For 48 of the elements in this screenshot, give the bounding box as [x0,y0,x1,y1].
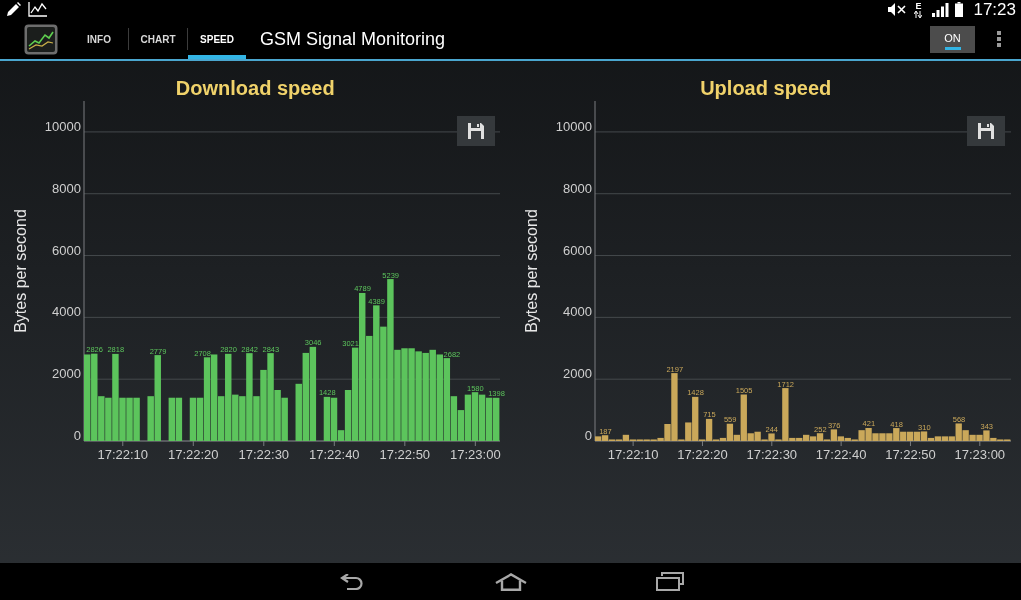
axis-tick-label: 17:23:00 [954,447,1005,462]
axis-tick-label: 17:22:50 [379,447,431,462]
axis-tick-label: 17:22:10 [607,447,659,462]
back-icon[interactable] [339,573,364,590]
axis-tick-label: 17:22:40 [815,447,867,462]
axis-tick-label: 17:22:20 [168,447,219,462]
axis-tick-label: 10000 [45,118,82,134]
axis-label: Bytes per second [522,209,540,333]
app-icon[interactable] [24,23,58,55]
axis-tick-label: 17:22:20 [676,447,728,462]
axis-tick-label: 0 [74,428,82,443]
axis-tick-label: 6000 [52,242,82,258]
axis-tick-label: 0 [584,428,592,443]
axis-tick-label: 17:22:10 [97,447,149,462]
home-icon[interactable] [494,572,527,591]
axis-tick-label: 17:22:30 [746,447,797,462]
axis-tick-label: 17:22:40 [309,447,360,462]
axis-tick-label: 4000 [562,304,592,320]
axis-label: Bytes per second [12,209,30,333]
axis-tick-label: 2000 [562,366,592,382]
axis-tick-label: 2000 [52,366,82,382]
battery-icon [955,2,964,17]
signal-icon [932,2,950,17]
mute-icon [888,3,907,16]
toggle-button[interactable]: ON [930,25,975,53]
axis-tick-label: 4000 [52,304,82,320]
tab[interactable]: CHART [129,19,187,59]
app-title: GSM Signal Monitoring [260,28,446,50]
save-button[interactable] [456,116,495,146]
axis-tick-label: 8000 [52,180,82,196]
axis-tick-label: 17:22:50 [884,447,936,462]
axis-tick-label: 17:22:30 [238,447,290,462]
save-button[interactable] [967,116,1005,146]
chart-title: Upload speed [700,76,832,101]
status-time: 17:23 [973,0,1016,19]
chart-title: Download speed [175,76,335,101]
pencil-icon [6,2,22,17]
recent-apps-icon[interactable] [655,572,684,591]
overflow-menu-icon[interactable] [997,31,1001,47]
axis-tick-label: 10000 [555,118,592,134]
axis-tick-label: 6000 [562,242,592,258]
tab[interactable]: SPEED [188,19,246,59]
axis-tick-label: 17:23:00 [450,447,501,462]
axis-tick-label: 8000 [562,180,592,196]
tab[interactable]: INFO [70,19,128,59]
network-type-label: E [915,1,922,11]
data-arrows-icon [914,10,923,18]
line-chart-icon [28,2,47,17]
